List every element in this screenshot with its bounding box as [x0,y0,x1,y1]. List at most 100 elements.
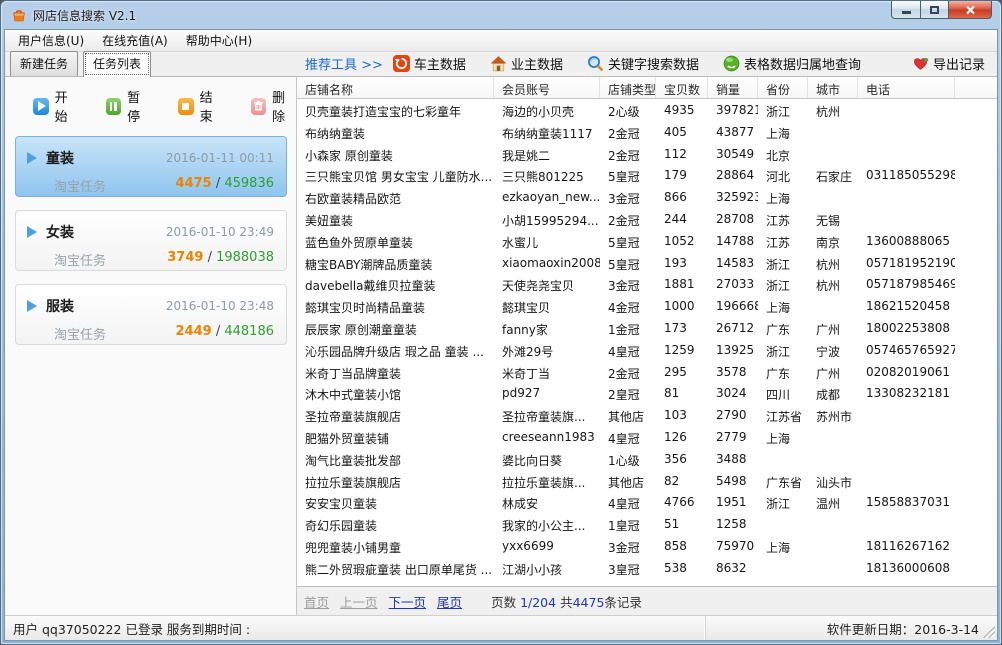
minimize-button[interactable] [891,1,921,19]
table-row[interactable]: davebella戴维贝拉童装天使尧尧宝贝3金冠188127033浙江杭州057… [297,273,997,295]
table-row[interactable]: 拉拉乐童装旗舰店拉拉乐童装旗...其他店825498广东省汕头市 [297,470,997,492]
table-cell: 3金冠 [600,186,656,208]
task-progress: 4475 / 459836 [176,176,274,195]
column-header[interactable]: 销量 [708,77,758,98]
table-row[interactable]: 熊二外贸瑕疵童装 出口原单尾货 ...江湖小小孩3皇冠5388632181360… [297,557,997,579]
toolbar-car-data[interactable]: 车主数据 [393,54,466,73]
column-header[interactable]: 宝贝数 [656,77,708,98]
table-cell: 18621520458 [858,295,955,317]
table-cell: 浙江 [758,252,808,274]
table-cell: 浙江 [758,339,808,361]
task-total-count: 1988038 [216,250,274,265]
table-cell [858,143,955,165]
table-row[interactable]: 奇幻乐园童装我家的小公主...1皇冠511258 [297,513,997,535]
table-cell: 15858837031 [858,491,955,513]
resize-grip[interactable] [983,626,995,638]
table-cell: 糖宝BABY潮牌品质童装 [297,252,494,274]
globe-lookup-icon [723,55,740,72]
stop-button[interactable]: 结束 [178,87,224,125]
column-header[interactable]: 会员账号 [494,77,600,98]
table-cell: 淘气比童装批发部 [297,448,494,470]
column-header[interactable]: 店铺名称 [297,77,494,98]
title-bar[interactable]: 网店信息搜索 V2.1 [1,1,1001,29]
table-row[interactable]: 沐木中式童装小馆pd9272皇冠813024四川成都13308232181 [297,382,997,404]
column-header[interactable]: 省份 [758,77,808,98]
table-row[interactable]: 小森家 原创童装我是姚二2金冠11230549北京 [297,143,997,165]
next-page-link[interactable]: 下一页 [389,592,427,611]
prev-page-link[interactable]: 上一页 [340,592,378,611]
tab-task-list[interactable]: 任务列表 [83,51,151,77]
start-button[interactable]: 开始 [33,87,79,125]
maximize-button[interactable] [921,1,949,19]
table-row[interactable]: 沁乐园品牌升级店 瑕之品 童装 ...外滩29号4皇冠125913925浙江宁波… [297,339,997,361]
table-cell: 5皇冠 [600,164,656,186]
table-row[interactable]: 三只熊宝贝馆 男女宝宝 儿童防水...三只熊8012255皇冠17928864河… [297,164,997,186]
table-row[interactable]: 肥猫外贸童装铺creeseann19834皇冠1262779上海 [297,426,997,448]
task-panel: 开始 暂停 结束 删除 [5,77,297,615]
table-row[interactable]: 美妞童装小胡15995294...2金冠24428708江苏无锡 [297,208,997,230]
table-cell [808,295,858,317]
table-row[interactable]: 右欧童装精品欧范ezkaoyan_new...3金冠866325923上海 [297,186,997,208]
total-prefix: 共 [560,595,573,610]
status-update-date: 软件更新日期：2016-3-14 [705,616,997,640]
column-header[interactable]: 城市 [808,77,858,98]
toolbar-export-records[interactable]: 导出记录 [912,54,985,73]
pause-button[interactable]: 暂停 [106,87,152,125]
recommended-tools-link[interactable]: 推荐工具 >> [305,54,383,73]
stop-label: 结束 [200,87,224,125]
task-card[interactable]: 服装 2016-01-10 23:48 淘宝任务 2449 / 448186 [15,284,287,345]
table-cell: 2790 [708,404,758,426]
menu-user-info[interactable]: 用户信息(U) [9,29,93,52]
column-header[interactable]: 电话 [858,77,955,98]
toolbar-owner-data[interactable]: 业主数据 [490,54,563,73]
tab-new-task[interactable]: 新建任务 [10,51,78,76]
table-row[interactable]: 布纳纳童装布纳纳童装11172金冠40543877上海 [297,121,997,143]
table-cell: 美妞童装 [297,208,494,230]
table-row[interactable]: 辰辰家 原创潮童童装fanny家1金冠17326712广东广州180022538… [297,317,997,339]
last-page-link[interactable]: 尾页 [437,592,462,611]
toolbar-location-lookup[interactable]: 表格数据归属地查询 [723,54,861,73]
table-row[interactable]: 糖宝BABY潮牌品质童装xiaomaoxin20085皇冠19314583浙江杭… [297,252,997,274]
app-icon [11,7,27,23]
table-row[interactable]: 淘气比童装批发部婆比向日葵1心级3563488 [297,448,997,470]
pause-label: 暂停 [127,87,151,125]
table-cell: 2心级 [600,99,656,121]
task-card-selected[interactable]: 童装 2016-01-11 00:11 淘宝任务 4475 / 459836 [15,136,287,197]
task-card[interactable]: 女装 2016-01-10 23:49 淘宝任务 3749 / 1988038 [15,210,287,271]
table-cell: 熊二外贸瑕疵童装 出口原单尾货 ... [297,557,494,579]
keyword-search-icon [587,55,604,72]
table-cell: 3578 [708,361,758,383]
table-cell: 上海 [758,295,808,317]
table-cell: 26712 [708,317,758,339]
table-row[interactable]: 米奇丁当品牌童装米奇丁当2金冠2953578广东广州02082019061 [297,361,997,383]
task-name: 服装 [46,296,74,316]
first-page-link[interactable]: 首页 [304,592,329,611]
table-cell: 拉拉乐童装旗... [494,470,600,492]
menu-online-recharge[interactable]: 在线充值(A) [93,29,177,52]
table-cell: 辰辰家 原创潮童童装 [297,317,494,339]
task-date: 2016-01-10 23:48 [166,299,274,313]
table-row[interactable]: 安安宝贝童装林成安4皇冠47661951浙江温州15858837031 [297,491,997,513]
table-row[interactable]: 懿琪宝贝时尚精品童装懿琪宝贝4金冠1000196668上海18621520458 [297,295,997,317]
toolbar-keyword-search[interactable]: 关键字搜索数据 [587,54,699,73]
table-row[interactable]: 圣拉帝童装旗舰店圣拉帝童装旗...其他店1032790江苏省苏州市 [297,404,997,426]
stop-icon [178,98,194,115]
table-row[interactable]: 蓝色鱼外贸原单童装水蜜儿5皇冠105214788江苏南京13600888065 [297,230,997,252]
table-cell: 苏州市 [808,404,858,426]
table-cell: 28864 [708,164,758,186]
close-button[interactable] [949,1,992,19]
table-cell: 2金冠 [600,208,656,230]
table-cell: 懿琪宝贝时尚精品童装 [297,295,494,317]
table-cell: 866 [656,186,708,208]
table-row[interactable]: 兜兜童装小铺男童yxx66993金冠85875970上海18116267162 [297,535,997,557]
column-header[interactable]: 店铺类型 [600,77,656,98]
table-cell [758,448,808,470]
table-cell: 林成安 [494,491,600,513]
table-row[interactable]: 贝壳童装打造宝宝的七彩童年海边的小贝壳2心级4935397821浙江杭州 [297,99,997,121]
delete-button[interactable]: 删除 [251,87,297,125]
table-body: 贝壳童装打造宝宝的七彩童年海边的小贝壳2心级4935397821浙江杭州布纳纳童… [297,99,997,579]
menu-help-center[interactable]: 帮助中心(H) [177,29,261,52]
table-cell: 江湖小小孩 [494,557,600,579]
table-cell: 2金冠 [600,143,656,165]
results-panel: 店铺名称会员账号店铺类型宝贝数销量省份城市电话 贝壳童装打造宝宝的七彩童年海边的… [297,77,997,615]
